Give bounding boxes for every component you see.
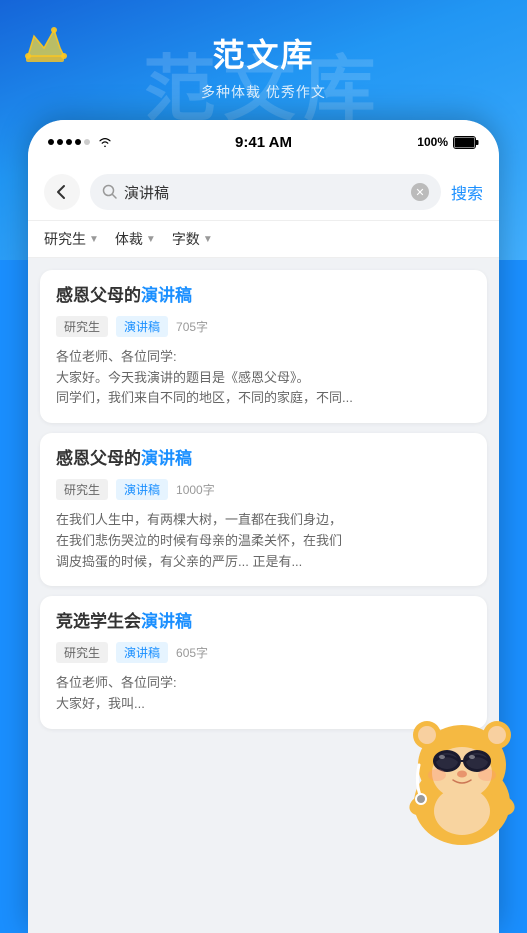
wifi-icon <box>97 136 113 148</box>
status-time: 9:41 AM <box>235 134 292 151</box>
tag-wordcount-2: 1000字 <box>176 481 215 498</box>
filter-wordcount[interactable]: 字数 ▼ <box>172 229 213 249</box>
search-icon <box>102 184 118 200</box>
tag-genre-2: 演讲稿 <box>116 479 168 500</box>
article-title-highlight-2: 演讲稿 <box>141 449 192 468</box>
article-card-1[interactable]: 感恩父母的演讲稿 研究生 演讲稿 705字 各位老师、各位同学:大家好。今天我演… <box>40 270 487 423</box>
tag-grade-2: 研究生 <box>56 479 108 500</box>
clear-button[interactable]: ✕ <box>411 183 429 201</box>
article-preview-3: 各位老师、各位同学:大家好，我叫... <box>56 673 471 715</box>
tag-grade-3: 研究生 <box>56 642 108 663</box>
article-title-3: 竞选学生会演讲稿 <box>56 610 471 634</box>
article-card-2[interactable]: 感恩父母的演讲稿 研究生 演讲稿 1000字 在我们人生中，有两棵大树，一直都在… <box>40 433 487 586</box>
tag-wordcount-1: 705字 <box>176 318 208 335</box>
tag-grade-1: 研究生 <box>56 316 108 337</box>
filter-grade-arrow: ▼ <box>89 234 99 245</box>
filter-wordcount-label: 字数 <box>172 229 200 249</box>
app-title: 范文库 <box>0 30 527 76</box>
tag-genre-3: 演讲稿 <box>116 642 168 663</box>
filter-grade-label: 研究生 <box>44 229 86 249</box>
tag-genre-1: 演讲稿 <box>116 316 168 337</box>
search-box[interactable]: 演讲稿 ✕ <box>90 174 441 210</box>
app-subtitle: 多种体裁 优秀作文 <box>0 82 527 102</box>
signal-dot-3 <box>66 139 72 145</box>
signal-dot-4 <box>75 139 81 145</box>
tag-wordcount-3: 605字 <box>176 644 208 661</box>
search-area: 演讲稿 ✕ 搜索 <box>28 164 499 221</box>
battery-icon <box>453 136 479 149</box>
back-button[interactable] <box>44 174 80 210</box>
filter-genre[interactable]: 体裁 ▼ <box>115 229 156 249</box>
article-tags-2: 研究生 演讲稿 1000字 <box>56 479 471 500</box>
status-bar: 9:41 AM 100% <box>28 120 499 164</box>
article-title-highlight-1: 演讲稿 <box>141 286 192 305</box>
phone-frame: 9:41 AM 100% 演讲稿 ✕ 搜索 <box>28 120 499 933</box>
signal-dot-5 <box>84 139 90 145</box>
back-icon <box>53 183 71 201</box>
content-area: 感恩父母的演讲稿 研究生 演讲稿 705字 各位老师、各位同学:大家好。今天我演… <box>28 258 499 931</box>
filter-genre-label: 体裁 <box>115 229 143 249</box>
article-title-highlight-3: 演讲稿 <box>141 612 192 631</box>
article-title-2: 感恩父母的演讲稿 <box>56 447 471 471</box>
battery-percent: 100% <box>417 135 448 149</box>
filter-bar: 研究生 ▼ 体裁 ▼ 字数 ▼ <box>28 221 499 258</box>
article-tags-1: 研究生 演讲稿 705字 <box>56 316 471 337</box>
article-title-prefix-3: 竞选学生会 <box>56 612 141 631</box>
status-right: 100% <box>417 135 479 149</box>
search-button[interactable]: 搜索 <box>451 180 483 204</box>
header-area: 范文库 多种体裁 优秀作文 <box>0 30 527 102</box>
signal-dot-1 <box>48 139 54 145</box>
article-title-prefix-2: 感恩父母的 <box>56 449 141 468</box>
article-card-3[interactable]: 竞选学生会演讲稿 研究生 演讲稿 605字 各位老师、各位同学:大家好，我叫..… <box>40 596 487 728</box>
article-preview-2: 在我们人生中，有两棵大树，一直都在我们身边，在我们悲伤哭泣的时候有母亲的温柔关怀… <box>56 510 471 572</box>
article-tags-3: 研究生 演讲稿 605字 <box>56 642 471 663</box>
filter-grade[interactable]: 研究生 ▼ <box>44 229 99 249</box>
article-title-1: 感恩父母的演讲稿 <box>56 284 471 308</box>
filter-genre-arrow: ▼ <box>146 234 156 245</box>
article-preview-1: 各位老师、各位同学:大家好。今天我演讲的题目是《感恩父母》。同学们，我们来自不同… <box>56 347 471 409</box>
signal-dot-2 <box>57 139 63 145</box>
article-title-prefix-1: 感恩父母的 <box>56 286 141 305</box>
filter-wordcount-arrow: ▼ <box>203 234 213 245</box>
search-input-text: 演讲稿 <box>124 182 405 203</box>
signal-dots <box>48 136 113 148</box>
